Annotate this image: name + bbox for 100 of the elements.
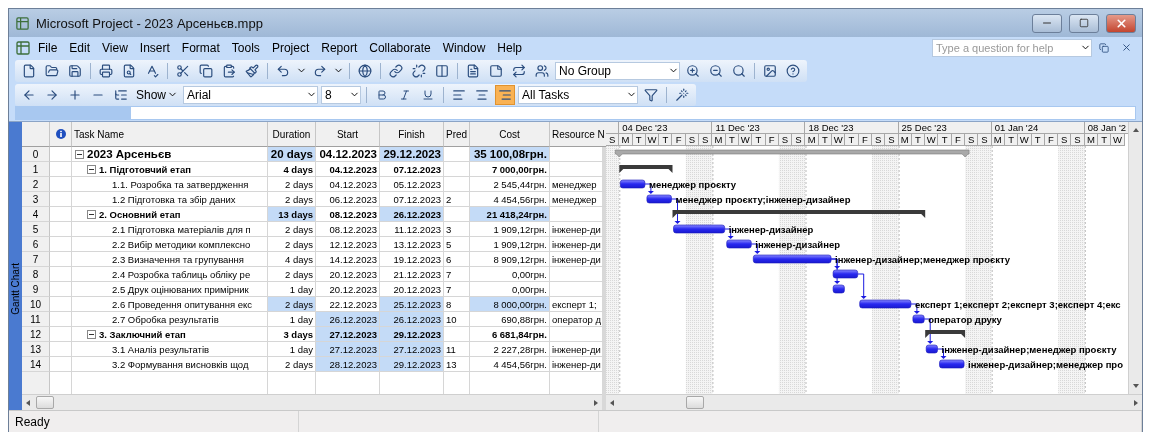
table-cell: 2 xyxy=(446,193,452,205)
task-bar[interactable] xyxy=(726,239,752,249)
table-cell: 1 909,12грн. xyxy=(493,223,547,235)
table-cell: експерт 1; xyxy=(552,298,597,310)
scrollbar[interactable] xyxy=(1128,122,1142,394)
highlighted-cell: 26.12.2023 xyxy=(380,312,444,327)
menu-item[interactable]: Tools xyxy=(226,39,265,56)
summary-bar xyxy=(619,165,673,173)
task-bar[interactable] xyxy=(673,224,725,234)
bar-label: менеджер проєкту xyxy=(648,178,737,190)
menu-item[interactable]: Help xyxy=(492,39,527,56)
row-number: 3 xyxy=(22,192,50,207)
table-cell: 21.12.2023 xyxy=(393,268,441,280)
table-cell: 07.12.2023 xyxy=(393,163,441,175)
task-bar[interactable] xyxy=(939,359,965,369)
bar-label: інженер-дизайнер;менеджер проєкту xyxy=(941,343,1117,355)
column-header[interactable]: Resource N xyxy=(550,122,608,147)
task-bar[interactable] xyxy=(620,179,646,189)
font-dropdown[interactable]: Arial xyxy=(183,85,319,104)
table-cell: 1 day xyxy=(289,343,313,355)
column-header[interactable]: Finish xyxy=(380,122,444,147)
document-icon[interactable] xyxy=(15,39,31,56)
task-bar[interactable] xyxy=(859,299,912,309)
group-dropdown[interactable]: No Group xyxy=(555,61,680,80)
menu-item[interactable]: Edit xyxy=(64,39,96,56)
scroll-thumb[interactable] xyxy=(36,396,54,409)
scroll-right-icon[interactable] xyxy=(594,399,598,406)
task-bar[interactable] xyxy=(646,194,672,204)
day-label: S xyxy=(978,134,992,146)
scroll-left-icon[interactable] xyxy=(26,399,30,406)
view-bar[interactable]: Gantt Chart xyxy=(9,122,22,410)
column-header[interactable]: Pred xyxy=(444,122,470,147)
row-number: 6 xyxy=(22,237,50,252)
scroll-right-icon[interactable] xyxy=(1134,399,1138,406)
collapse-icon[interactable] xyxy=(87,164,96,174)
table-cell: 8 909,12грн. xyxy=(493,253,547,265)
column-header[interactable]: Start xyxy=(316,122,380,147)
highlighted-cell: 20 days xyxy=(268,147,316,162)
scroll-down-icon[interactable] xyxy=(1132,384,1139,388)
menu-item[interactable]: Insert xyxy=(134,39,175,56)
task-bar[interactable] xyxy=(832,269,858,279)
task-bar[interactable] xyxy=(925,344,938,354)
scroll-thumb[interactable] xyxy=(686,396,704,409)
row-number: 4 xyxy=(22,207,50,222)
menu-item[interactable]: Report xyxy=(316,39,363,56)
highlighted-cell: 27.12.2023 xyxy=(316,342,380,357)
menu-item[interactable]: File xyxy=(33,39,63,56)
font-size-dropdown[interactable]: 8 xyxy=(321,85,362,104)
close-button[interactable] xyxy=(1106,13,1136,33)
table-cell: 06.12.2023 xyxy=(329,193,377,205)
menu-item[interactable]: Format xyxy=(176,39,225,56)
bar-label: інженер-дизайнер;менеджер проєкту xyxy=(835,253,1011,265)
week-label: 04 Dec '23 xyxy=(619,122,713,134)
dependency-arrow xyxy=(857,273,867,299)
table-cell: 1 909,12грн. xyxy=(493,238,547,250)
maximize-icon xyxy=(1079,18,1089,28)
table-cell: 13 xyxy=(446,358,457,370)
collapse-icon[interactable] xyxy=(87,209,96,219)
menu-item[interactable]: Project xyxy=(266,39,315,56)
table-cell: 2 days xyxy=(285,178,313,190)
show-button[interactable]: Show xyxy=(134,87,181,102)
filter-dropdown[interactable]: All Tasks xyxy=(518,85,639,104)
scroll-left-icon[interactable] xyxy=(610,399,614,406)
column-header[interactable]: Duration xyxy=(268,122,316,147)
column-header[interactable] xyxy=(50,122,72,147)
task-name: 2.6 Проведення опитування екс xyxy=(112,298,253,310)
column-header[interactable]: Cost xyxy=(470,122,550,147)
task-name: 2.3 Визначення та групування xyxy=(112,253,244,265)
day-label: S xyxy=(1058,134,1072,146)
collapse-icon[interactable] xyxy=(87,329,96,339)
align-right-icon[interactable] xyxy=(495,84,516,105)
day-label: S xyxy=(699,134,713,146)
table-cell: 2 days xyxy=(285,358,313,370)
menu-item[interactable]: Window xyxy=(437,39,491,56)
row-number: 13 xyxy=(22,342,50,357)
help-search-field[interactable]: Type a question for help xyxy=(932,38,1092,57)
bar-label: інженер-дизайнер;менеджер про xyxy=(968,358,1123,370)
week-label: 08 Jan '2 xyxy=(1084,122,1128,134)
scroll-up-icon[interactable] xyxy=(1132,128,1139,132)
task-bar[interactable] xyxy=(753,254,832,264)
day-label: W xyxy=(1018,134,1032,146)
scrollbar[interactable] xyxy=(606,394,1142,410)
day-label: F xyxy=(672,134,686,146)
table-cell: інженер-ди xyxy=(552,223,601,235)
maximize-button[interactable] xyxy=(1069,13,1099,33)
task-name: 1.1. Розробка та затвердження xyxy=(112,178,249,190)
menu-item[interactable]: View xyxy=(97,39,133,56)
window-title: Microsoft Project - 2023 Арсеньєв.mpp xyxy=(36,15,264,31)
minimize-button[interactable] xyxy=(1032,13,1062,33)
task-bar[interactable] xyxy=(912,314,925,324)
menu-item[interactable]: Collaborate xyxy=(364,39,436,56)
app-icon xyxy=(15,15,30,31)
entry-field[interactable] xyxy=(15,106,1136,120)
table-cell: 19.12.2023 xyxy=(393,253,441,265)
task-bar[interactable] xyxy=(832,284,845,294)
scrollbar[interactable] xyxy=(22,394,602,410)
column-header[interactable]: Task Name xyxy=(72,122,268,147)
highlighted-cell: 29.12.2023 xyxy=(380,147,444,162)
collapse-icon[interactable] xyxy=(75,149,84,159)
table-cell: 2 227,28грн. xyxy=(493,343,547,355)
